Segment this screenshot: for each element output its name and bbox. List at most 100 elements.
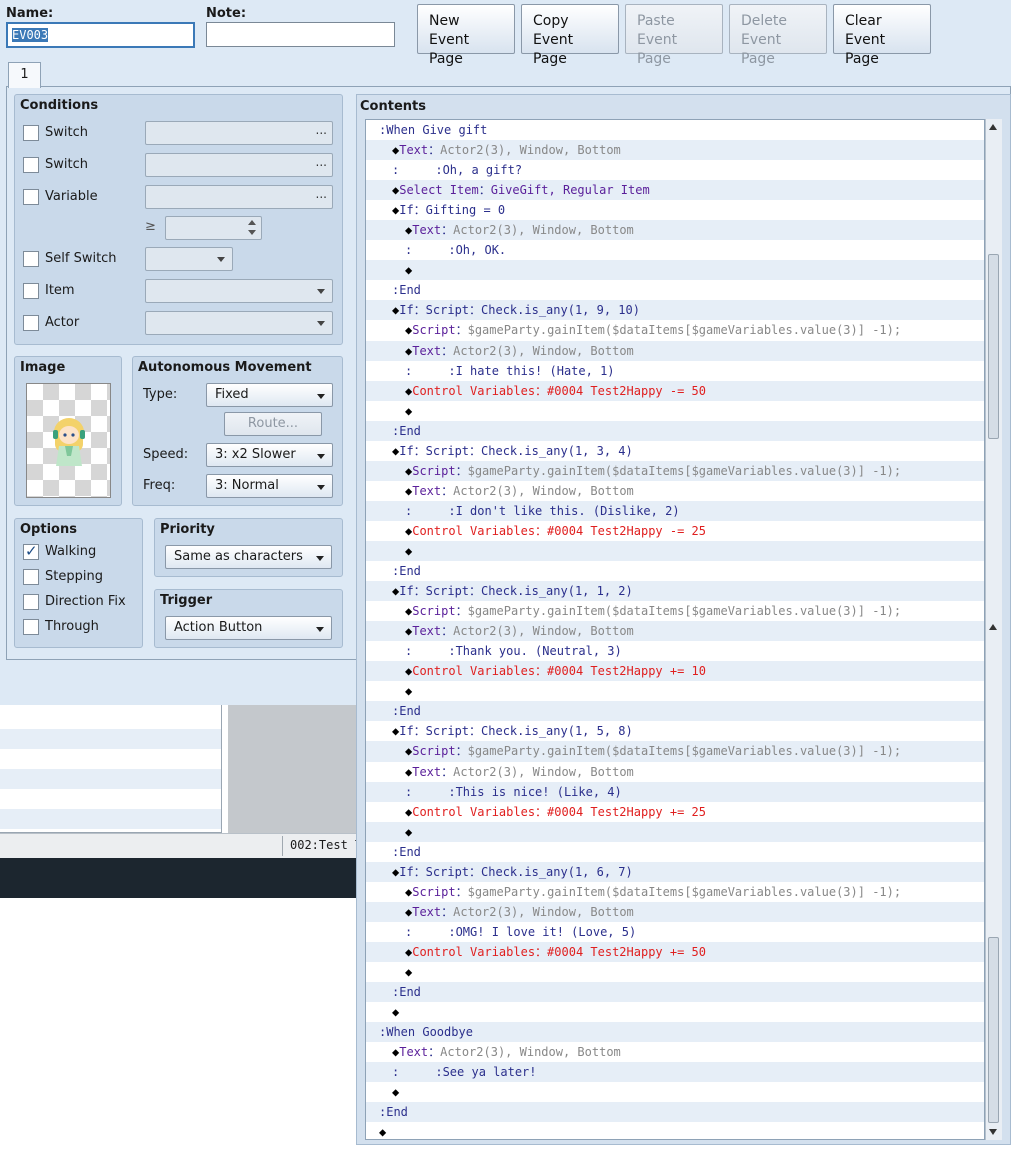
command-row[interactable]: :End bbox=[366, 561, 984, 581]
command-row[interactable]: ◆Text：Actor2(3), Window, Bottom bbox=[366, 1042, 984, 1062]
command-row[interactable]: : :Oh, a gift? bbox=[366, 160, 984, 180]
command-row[interactable]: :When Give gift bbox=[366, 120, 984, 140]
self-switch-checkbox[interactable] bbox=[23, 251, 39, 267]
clear-event-page-button[interactable]: Clear Event Page bbox=[833, 4, 931, 67]
actor-select[interactable] bbox=[145, 311, 333, 335]
command-row[interactable]: ◆Script：$gameParty.gainItem($dataItems[$… bbox=[366, 460, 984, 481]
note-field[interactable] bbox=[206, 22, 395, 47]
variable-value-spinner[interactable] bbox=[165, 216, 262, 240]
stepping-checkbox[interactable] bbox=[23, 569, 39, 585]
priority-dropdown[interactable]: Same as characters bbox=[165, 545, 332, 569]
command-row[interactable]: ◆Script：$gameParty.gainItem($dataItems[$… bbox=[366, 601, 984, 621]
command-text: ： bbox=[428, 143, 441, 158]
scroll-up-icon[interactable] bbox=[989, 624, 997, 630]
name-field[interactable]: EV003 bbox=[6, 22, 195, 48]
switch1-checkbox[interactable] bbox=[23, 125, 39, 141]
command-row[interactable]: ◆ bbox=[366, 1122, 984, 1139]
spin-down-icon[interactable] bbox=[248, 230, 256, 235]
command-row[interactable]: ◆Text：Actor2(3), Window, Bottom bbox=[366, 621, 984, 642]
command-row[interactable]: ◆ bbox=[366, 821, 984, 842]
command-row[interactable]: ◆If：Script：Check.is_any(1, 6, 7) bbox=[366, 861, 984, 882]
item-checkbox[interactable] bbox=[23, 283, 39, 299]
command-row[interactable]: :End bbox=[366, 280, 984, 300]
command-row[interactable]: ◆Control Variables：#0004 Test2Happy += 5… bbox=[366, 941, 984, 962]
command-row[interactable]: ◆ bbox=[366, 1082, 984, 1102]
command-row[interactable]: : :Oh, OK. bbox=[366, 240, 984, 260]
item-select[interactable] bbox=[145, 279, 333, 303]
command-row[interactable]: ◆Script：$gameParty.gainItem($dataItems[$… bbox=[366, 320, 984, 340]
direction-fix-checkbox[interactable] bbox=[23, 594, 39, 610]
command-row[interactable]: :End bbox=[366, 701, 984, 722]
command-row[interactable]: :End bbox=[366, 420, 984, 441]
self-switch-select[interactable] bbox=[145, 247, 233, 271]
character-image-preview[interactable] bbox=[26, 383, 111, 498]
command-row[interactable]: :End bbox=[366, 842, 984, 862]
scroll-up-icon[interactable] bbox=[989, 124, 997, 130]
command-row[interactable]: ◆If：Script：Check.is_any(1, 5, 8) bbox=[366, 721, 984, 741]
switch2-checkbox[interactable] bbox=[23, 157, 39, 173]
command-row[interactable]: ◆Text：Actor2(3), Window, Bottom bbox=[366, 762, 984, 782]
command-row[interactable]: : :OMG! I love it! (Love, 5) bbox=[366, 922, 984, 942]
trigger-dropdown[interactable]: Action Button bbox=[165, 616, 332, 640]
variable-checkbox[interactable] bbox=[23, 189, 39, 205]
walking-checkbox[interactable] bbox=[23, 542, 39, 560]
chevron-down-icon bbox=[317, 321, 325, 326]
command-row[interactable]: ◆Script：$gameParty.gainItem($dataItems[$… bbox=[366, 741, 984, 762]
spin-up-icon[interactable] bbox=[248, 220, 256, 225]
command-row[interactable]: : :I don't like this. (Dislike, 2) bbox=[366, 500, 984, 521]
command-row[interactable]: : :I hate this! (Hate, 1) bbox=[366, 361, 984, 381]
command-row[interactable]: ◆Control Variables：#0004 Test2Happy += 1… bbox=[366, 661, 984, 682]
copy-event-page-button[interactable]: Copy Event Page bbox=[521, 4, 619, 67]
command-row[interactable]: ◆Text：Actor2(3), Window, Bottom bbox=[366, 901, 984, 922]
variable-select[interactable]: ... bbox=[145, 185, 333, 209]
command-row[interactable]: ◆If：Gifting = 0 bbox=[366, 200, 984, 220]
command-text: ： bbox=[441, 343, 454, 358]
command-text: ◆ bbox=[405, 684, 413, 699]
command-row[interactable]: ◆Script：$gameParty.gainItem($dataItems[$… bbox=[366, 882, 984, 902]
command-row[interactable]: ◆Text：Actor2(3), Window, Bottom bbox=[366, 140, 984, 161]
speed-dropdown[interactable]: 3: x2 Slower bbox=[206, 443, 333, 467]
command-row[interactable]: : :See ya later! bbox=[366, 1062, 984, 1083]
command-row[interactable]: ◆If：Script：Check.is_any(1, 3, 4) bbox=[366, 441, 984, 461]
actor-checkbox[interactable] bbox=[23, 315, 39, 331]
command-row[interactable]: ◆Control Variables：#0004 Test2Happy += 2… bbox=[366, 802, 984, 822]
command-row[interactable]: :End bbox=[366, 982, 984, 1003]
command-row[interactable]: ◆Control Variables：#0004 Test2Happy -= 2… bbox=[366, 521, 984, 541]
type-dropdown[interactable]: Fixed bbox=[206, 383, 333, 407]
switch1-select[interactable]: ... bbox=[145, 121, 333, 145]
freq-label: Freq: bbox=[143, 478, 176, 493]
delete-event-page-button[interactable]: Delete Event Page bbox=[729, 4, 827, 67]
freq-dropdown[interactable]: 3: Normal bbox=[206, 474, 333, 498]
command-row[interactable]: ◆ bbox=[366, 401, 984, 421]
scroll-down-icon[interactable] bbox=[989, 1129, 997, 1135]
scroll-thumb[interactable] bbox=[988, 937, 999, 1123]
route-button[interactable]: Route... bbox=[224, 412, 322, 436]
command-row[interactable]: : :Thank you. (Neutral, 3) bbox=[366, 641, 984, 661]
command-text: ： bbox=[441, 483, 454, 498]
command-row[interactable]: ◆Text：Actor2(3), Window, Bottom bbox=[366, 340, 984, 361]
paste-event-page-button[interactable]: Paste Event Page bbox=[625, 4, 723, 67]
event-command-list[interactable]: :When Give gift ◆Text：Actor2(3), Window, … bbox=[365, 119, 985, 1140]
command-row[interactable]: ◆ bbox=[366, 260, 984, 281]
command-row[interactable]: ◆Text：Actor2(3), Window, Bottom bbox=[366, 481, 984, 501]
command-text: : : bbox=[405, 503, 456, 518]
command-row[interactable]: ◆Text：Actor2(3), Window, Bottom bbox=[366, 220, 984, 241]
command-row[interactable]: ◆Control Variables：#0004 Test2Happy -= 5… bbox=[366, 380, 984, 401]
command-row[interactable]: ◆Select Item：GiveGift, Regular Item bbox=[366, 180, 984, 201]
command-text: Text bbox=[412, 764, 442, 779]
command-row[interactable]: :End bbox=[366, 1102, 984, 1123]
command-row[interactable]: ◆If：Script：Check.is_any(1, 1, 2) bbox=[366, 581, 984, 602]
command-row[interactable]: ◆ bbox=[366, 1002, 984, 1022]
command-row[interactable]: ◆If：Script：Check.is_any(1, 9, 10) bbox=[366, 300, 984, 321]
switch2-select[interactable]: ... bbox=[145, 153, 333, 177]
command-row[interactable]: :When Goodbye bbox=[366, 1022, 984, 1043]
command-row[interactable]: ◆ bbox=[366, 681, 984, 701]
command-row[interactable]: : :This is nice! (Like, 4) bbox=[366, 781, 984, 802]
command-row[interactable]: ◆ bbox=[366, 962, 984, 982]
command-list-scrollbar[interactable] bbox=[985, 119, 1002, 1140]
through-checkbox[interactable] bbox=[23, 619, 39, 635]
command-row[interactable]: ◆ bbox=[366, 540, 984, 562]
new-event-page-button[interactable]: New Event Page bbox=[417, 4, 515, 67]
tab-page-1[interactable]: 1 bbox=[8, 62, 41, 88]
scroll-thumb[interactable] bbox=[988, 254, 999, 439]
